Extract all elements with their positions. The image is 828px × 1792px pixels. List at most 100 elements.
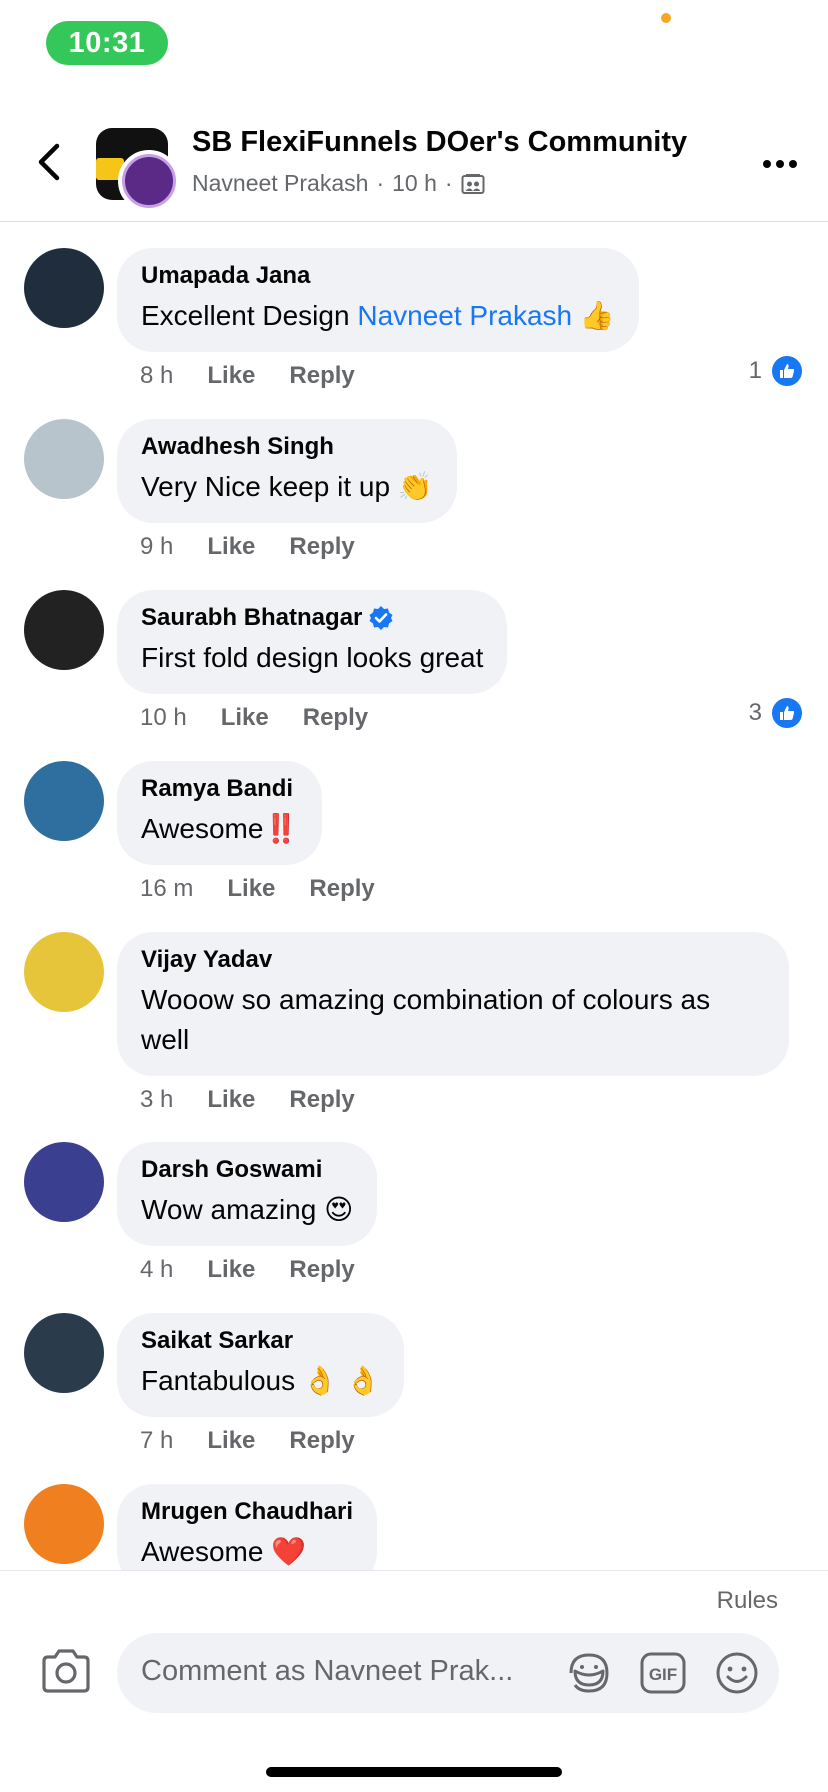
- commenter-name[interactable]: Umapada Jana: [141, 262, 615, 290]
- camera-icon: [42, 1649, 90, 1693]
- commenter-name[interactable]: Saurabh Bhatnagar: [141, 604, 362, 632]
- status-time: 10:31: [46, 21, 168, 65]
- comment-time: 9 h: [140, 533, 174, 560]
- comment-bubble[interactable]: Vijay Yadav Wooow so amazing combination…: [117, 932, 789, 1076]
- emoji-button[interactable]: [713, 1649, 761, 1697]
- comment-text: Wooow so amazing combination of colours …: [141, 984, 711, 1055]
- commenter-avatar[interactable]: [24, 590, 104, 670]
- separator: ·: [376, 170, 385, 196]
- comment-text: Wow amazing 😍: [141, 1194, 354, 1225]
- verified-badge-icon: [369, 606, 393, 630]
- like-button[interactable]: Like: [207, 1086, 255, 1114]
- poster-avatar[interactable]: [118, 150, 180, 212]
- post-time: 10 h: [392, 170, 437, 196]
- mention-link[interactable]: Navneet Prakash: [357, 300, 572, 331]
- commenter-avatar[interactable]: [24, 1484, 104, 1564]
- comment-meta: 10 h Like Reply: [140, 704, 368, 732]
- reaction-count[interactable]: 3: [749, 696, 804, 730]
- comment-composer: Rules Comment as Navneet Prak... GIF: [0, 1570, 828, 1792]
- comment-text: Excellent Design Navneet Prakash 👍: [141, 300, 615, 331]
- comments-list[interactable]: Umapada Jana Excellent Design Navneet Pr…: [0, 224, 828, 1570]
- more-options-button[interactable]: [760, 148, 800, 180]
- comment-text: Awesome ❤️: [141, 1536, 307, 1567]
- comment-time: 7 h: [140, 1427, 174, 1454]
- reply-button[interactable]: Reply: [289, 1086, 354, 1114]
- commenter-avatar[interactable]: [24, 761, 104, 841]
- commenter-name[interactable]: Ramya Bandi: [141, 775, 298, 803]
- post-header: SB FlexiFunnels DOer's Community Navneet…: [0, 112, 828, 222]
- back-button[interactable]: [28, 134, 68, 190]
- gif-icon: GIF: [640, 1652, 686, 1694]
- ok-hand-emoji: 👌 👌: [302, 1365, 381, 1396]
- reply-button[interactable]: Reply: [289, 1256, 354, 1284]
- comment-meta: 3 h Like Reply: [140, 1086, 355, 1114]
- commenter-avatar[interactable]: [24, 932, 104, 1012]
- comment-time: 3 h: [140, 1086, 174, 1113]
- comment-bubble[interactable]: Ramya Bandi Awesome‼️: [117, 761, 323, 865]
- status-bar: 10:31: [0, 0, 828, 90]
- group-members-icon: [461, 173, 485, 194]
- comment-bubble[interactable]: Mrugen Chaudhari Awesome ❤️: [117, 1484, 378, 1570]
- like-reaction-icon: [770, 696, 804, 730]
- comment-meta: 7 h Like Reply: [140, 1427, 355, 1455]
- double-exclamation-emoji: ‼️: [263, 813, 299, 844]
- reply-button[interactable]: Reply: [289, 362, 354, 390]
- commenter-name[interactable]: Vijay Yadav: [141, 946, 765, 974]
- comment-bubble[interactable]: Saikat Sarkar Fantabulous 👌 👌: [117, 1313, 405, 1417]
- commenter-avatar[interactable]: [24, 248, 104, 328]
- home-indicator[interactable]: [266, 1767, 562, 1777]
- more-horizontal-icon: [763, 160, 797, 168]
- svg-text:GIF: GIF: [649, 1665, 677, 1684]
- like-button[interactable]: Like: [207, 1256, 255, 1284]
- commenter-name[interactable]: Awadhesh Singh: [141, 433, 433, 461]
- camera-button[interactable]: [40, 1647, 92, 1695]
- sticker-button[interactable]: [565, 1649, 613, 1697]
- comment-text: Very Nice keep it up 👏: [141, 471, 433, 502]
- comment-meta: 4 h Like Reply: [140, 1256, 355, 1284]
- comment-bubble[interactable]: Awadhesh Singh Very Nice keep it up 👏: [117, 419, 457, 523]
- heart-eyes-emoji: 😍: [324, 1194, 354, 1225]
- privacy-indicator-dot: [661, 13, 671, 23]
- post-subtitle: Navneet Prakash · 10 h ·: [192, 170, 485, 197]
- thumbs-up-emoji: 👍: [579, 300, 615, 331]
- like-button[interactable]: Like: [227, 875, 275, 903]
- commenter-name[interactable]: Darsh Goswami: [141, 1156, 353, 1184]
- comment-meta: 16 m Like Reply: [140, 875, 375, 903]
- commenter-name-row: Saurabh Bhatnagar: [141, 604, 483, 632]
- reply-button[interactable]: Reply: [289, 533, 354, 561]
- commenter-avatar[interactable]: [24, 1142, 104, 1222]
- like-button[interactable]: Like: [207, 1427, 255, 1455]
- comment-bubble[interactable]: Umapada Jana Excellent Design Navneet Pr…: [117, 248, 639, 352]
- red-heart-emoji: ❤️: [271, 1536, 307, 1567]
- comment-meta: 8 h Like Reply: [140, 362, 355, 390]
- rules-link[interactable]: Rules: [717, 1587, 778, 1615]
- comment-bubble[interactable]: Darsh Goswami Wow amazing 😍: [117, 1142, 378, 1246]
- comment-text: First fold design looks great: [141, 642, 484, 673]
- comment-text: Awesome‼️: [141, 813, 299, 844]
- gif-button[interactable]: GIF: [639, 1651, 687, 1695]
- comment-input-placeholder: Comment as Navneet Prak...: [141, 1655, 514, 1687]
- commenter-avatar[interactable]: [24, 419, 104, 499]
- comment-input[interactable]: Comment as Navneet Prak... GIF: [117, 1633, 779, 1713]
- reply-button[interactable]: Reply: [309, 875, 374, 903]
- reply-button[interactable]: Reply: [303, 704, 368, 732]
- reaction-count-value: 1: [748, 357, 762, 384]
- comment-time: 4 h: [140, 1256, 174, 1283]
- commenter-name[interactable]: Saikat Sarkar: [141, 1327, 380, 1355]
- like-reaction-icon: [770, 354, 804, 388]
- comment-time: 8 h: [140, 362, 174, 389]
- commenter-avatar[interactable]: [24, 1313, 104, 1393]
- reaction-count[interactable]: 1: [749, 354, 804, 388]
- comment-time: 16 m: [140, 875, 194, 902]
- comment-bubble[interactable]: Saurabh Bhatnagar First fold design look…: [117, 590, 508, 694]
- like-button[interactable]: Like: [221, 704, 269, 732]
- reply-button[interactable]: Reply: [289, 1427, 354, 1455]
- clapping-emoji: 👏: [397, 471, 433, 502]
- like-button[interactable]: Like: [207, 533, 255, 561]
- like-button[interactable]: Like: [207, 362, 255, 390]
- chevron-left-icon: [38, 143, 60, 181]
- group-name[interactable]: SB FlexiFunnels DOer's Community: [192, 126, 687, 159]
- commenter-name[interactable]: Mrugen Chaudhari: [141, 1498, 353, 1526]
- sticker-icon: [569, 1653, 609, 1693]
- poster-name[interactable]: Navneet Prakash: [192, 170, 368, 197]
